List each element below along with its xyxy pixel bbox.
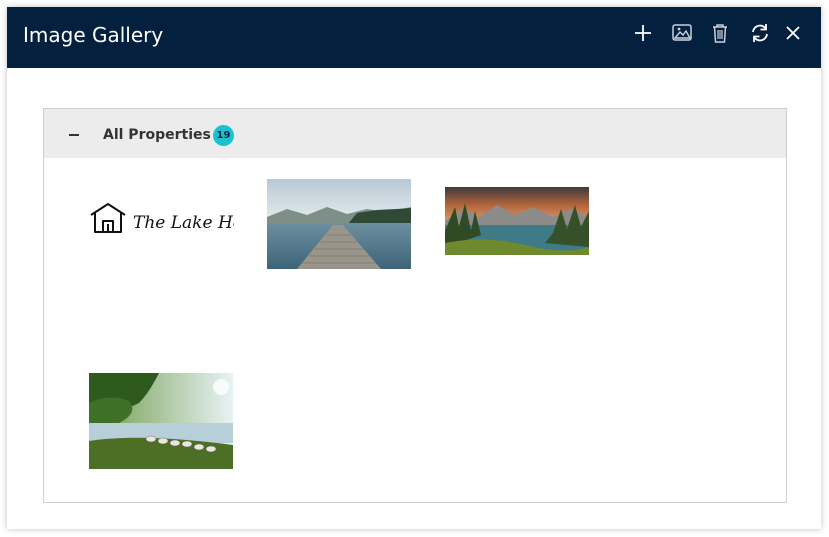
add-button[interactable] (631, 21, 655, 45)
trash-icon (713, 24, 727, 43)
house-logo-icon (90, 203, 126, 233)
count-badge: 19 (213, 125, 234, 146)
image-icon (672, 24, 692, 41)
close-icon (786, 26, 800, 40)
property-group: All Properties 19 The Lake House. (43, 108, 787, 503)
refresh-icon (752, 24, 768, 42)
dialog-title: Image Gallery (23, 23, 164, 47)
image-gallery-dialog: Image Gallery All Properties 19 The Lake… (7, 7, 821, 529)
gallery-image-geese[interactable] (89, 373, 233, 469)
upload-image-button[interactable] (670, 21, 694, 45)
gallery-image-sunset[interactable] (445, 187, 589, 255)
gallery-image-dock[interactable] (267, 179, 411, 269)
refresh-button[interactable] (748, 21, 772, 45)
group-header: All Properties 19 (44, 109, 786, 158)
delete-button[interactable] (708, 21, 732, 45)
gallery-image-logo[interactable]: The Lake House. (89, 194, 234, 244)
minus-icon (69, 134, 79, 136)
plus-icon (635, 25, 651, 41)
title-bar: Image Gallery (7, 7, 821, 68)
group-label: All Properties (103, 127, 211, 143)
collapse-button[interactable] (64, 124, 84, 144)
logo-brand-text: The Lake House. (133, 213, 234, 233)
close-button[interactable] (781, 21, 805, 45)
